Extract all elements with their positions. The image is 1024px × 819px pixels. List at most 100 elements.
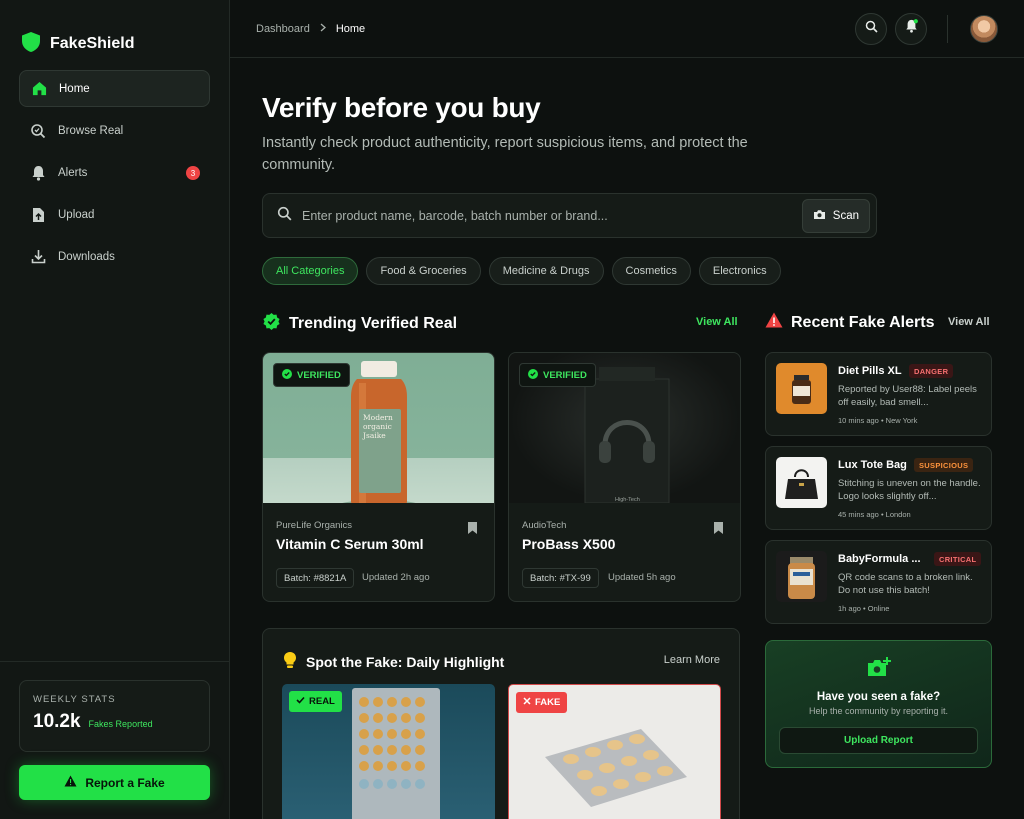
alerts-count-badge: 3 [186, 166, 200, 180]
scan-button[interactable]: Scan [801, 198, 870, 233]
brand[interactable]: FakeShield [0, 0, 229, 66]
alert-suspicious-tag: SUSPICIOUS [914, 458, 974, 472]
spot-title-label: Spot the Fake: Daily Highlight [306, 653, 505, 670]
product-image: Modern organic Jsaike VERIFIED [263, 353, 494, 503]
fake-product-image[interactable]: FAKE [508, 684, 721, 819]
alerts-title-label: Recent Fake Alerts [791, 313, 935, 331]
notifications-button[interactable] [895, 12, 927, 45]
sidebar-item-upload[interactable]: Upload [19, 196, 210, 233]
sidebar-item-alerts[interactable]: Alerts 3 [19, 154, 210, 191]
check-circle-icon [528, 368, 538, 382]
category-chip-electronics[interactable]: Electronics [698, 257, 781, 285]
verified-label: VERIFIED [297, 369, 341, 381]
weekly-stats-card: WEEKLY STATS 10.2k Fakes Reported [19, 680, 210, 752]
product-card[interactable]: High-Tech VERIFIED AudioTech ProBass X50… [508, 352, 741, 602]
alert-card[interactable]: Lux Tote Bag SUSPICIOUS Stitching is une… [765, 446, 992, 530]
category-filters: All Categories Food & Groceries Medicine… [262, 257, 781, 285]
alert-title: Lux Tote Bag [838, 459, 907, 471]
product-image: High-Tech VERIFIED [509, 353, 740, 503]
weekly-stats-label: WEEKLY STATS [33, 694, 116, 705]
topbar-divider [947, 14, 948, 43]
camera-icon [813, 209, 826, 223]
spot-title: Spot the Fake: Daily Highlight [283, 651, 504, 672]
search-input[interactable]: Enter product name, barcode, batch numbe… [302, 209, 802, 223]
search-icon [865, 20, 878, 38]
verified-badge: VERIFIED [273, 363, 350, 387]
bookmark-icon[interactable] [467, 521, 478, 540]
sidebar-footer: WEEKLY STATS 10.2k Fakes Reported Report… [0, 661, 229, 819]
product-brand: PureLife Organics [276, 520, 353, 531]
real-product-image[interactable]: REAL [282, 684, 495, 819]
report-fake-button[interactable]: Report a Fake [19, 765, 210, 800]
close-icon [523, 697, 531, 708]
product-name: Vitamin C Serum 30ml [276, 536, 424, 552]
app-name: FakeShield [50, 35, 135, 52]
alert-thumbnail [776, 457, 827, 508]
alert-card[interactable]: BabyFormula ... CRITICAL QR code scans t… [765, 540, 992, 624]
alert-meta: 45 mins ago • London [838, 510, 911, 519]
sidebar-item-label: Downloads [58, 250, 115, 263]
sidebar-item-home[interactable]: Home [19, 70, 210, 107]
report-fake-label: Report a Fake [85, 775, 165, 790]
alert-card[interactable]: Diet Pills XL DANGER Reported by User88:… [765, 352, 992, 436]
warning-icon [64, 775, 77, 790]
product-updated: Updated 5h ago [608, 572, 676, 583]
product-updated: Updated 2h ago [362, 572, 430, 583]
warning-triangle-icon [765, 312, 783, 333]
alert-description: Stitching is uneven on the handle. Logo … [838, 478, 981, 502]
bell-icon [29, 164, 47, 182]
search-shield-icon [29, 122, 47, 140]
lightbulb-icon [283, 651, 297, 672]
sidebar-item-downloads[interactable]: Downloads [19, 238, 210, 275]
breadcrumb-home: Home [335, 22, 366, 35]
real-label-badge: REAL [289, 691, 342, 712]
bookmark-icon[interactable] [713, 521, 724, 540]
weekly-stats-sub: Fakes Reported [88, 719, 153, 729]
product-search-bar[interactable]: Enter product name, barcode, batch numbe… [262, 193, 877, 238]
sidebar-item-browse-real[interactable]: Browse Real [19, 112, 210, 149]
upload-report-button[interactable]: Upload Report [779, 727, 978, 754]
learn-more-link[interactable]: Learn More [664, 654, 720, 666]
alert-description: QR code scans to a broken link. Do not u… [838, 572, 973, 596]
bell-icon [905, 19, 918, 38]
category-chip-all[interactable]: All Categories [262, 257, 359, 285]
product-batch: Batch: #8821A [276, 568, 355, 588]
user-avatar[interactable] [970, 14, 998, 43]
alerts-view-all-link[interactable]: View All [948, 316, 990, 328]
sidebar-nav: Home Browse Real Alerts 3 Upload Downloa… [0, 66, 229, 284]
page-title: Verify before you buy [262, 92, 541, 123]
topbar: Dashboard Home [230, 0, 1024, 58]
alert-meta: 1h ago • Online [838, 604, 890, 613]
sidebar-item-label: Upload [58, 208, 95, 221]
product-card[interactable]: Modern organic Jsaike VERIFIED PureLife … [262, 352, 495, 602]
search-icon [277, 206, 292, 226]
fake-label-badge: FAKE [516, 692, 568, 713]
real-label: REAL [309, 696, 335, 707]
spot-the-fake-card: Spot the Fake: Daily Highlight Learn Mor… [262, 628, 740, 819]
breadcrumb: Dashboard Home [256, 23, 365, 35]
category-chip-cosmetics[interactable]: Cosmetics [611, 257, 691, 285]
trending-section-title: Trending Verified Real [262, 312, 457, 336]
trending-title-label: Trending Verified Real [289, 315, 458, 332]
cta-title: Have you seen a fake? [816, 691, 941, 703]
alert-thumbnail [776, 551, 827, 602]
fake-label: FAKE [535, 697, 561, 708]
breadcrumb-dashboard[interactable]: Dashboard [256, 23, 310, 35]
trending-view-all-link[interactable]: View All [696, 316, 738, 328]
search-button[interactable] [855, 12, 887, 45]
hero: Verify before you buy Instantly check pr… [262, 92, 822, 176]
category-chip-food[interactable]: Food & Groceries [366, 257, 481, 285]
category-chip-medicine[interactable]: Medicine & Drugs [488, 257, 604, 285]
alert-description: Reported by User88: Label peels off easi… [838, 384, 977, 408]
alert-critical-tag: CRITICAL [934, 552, 982, 566]
sidebar: FakeShield Home Browse Real Alerts 3 Upl… [0, 0, 230, 819]
alert-thumbnail [776, 363, 827, 414]
alert-title: BabyFormula ... [838, 553, 921, 565]
download-icon [29, 248, 47, 266]
verified-badge: VERIFIED [519, 363, 596, 387]
cta-subtitle: Help the community by reporting it. [808, 706, 949, 716]
alerts-section-title: Recent Fake Alerts [765, 312, 934, 333]
product-brand: AudioTech [522, 520, 567, 531]
chevron-right-icon [320, 23, 326, 35]
alert-title: Diet Pills XL [838, 365, 902, 377]
